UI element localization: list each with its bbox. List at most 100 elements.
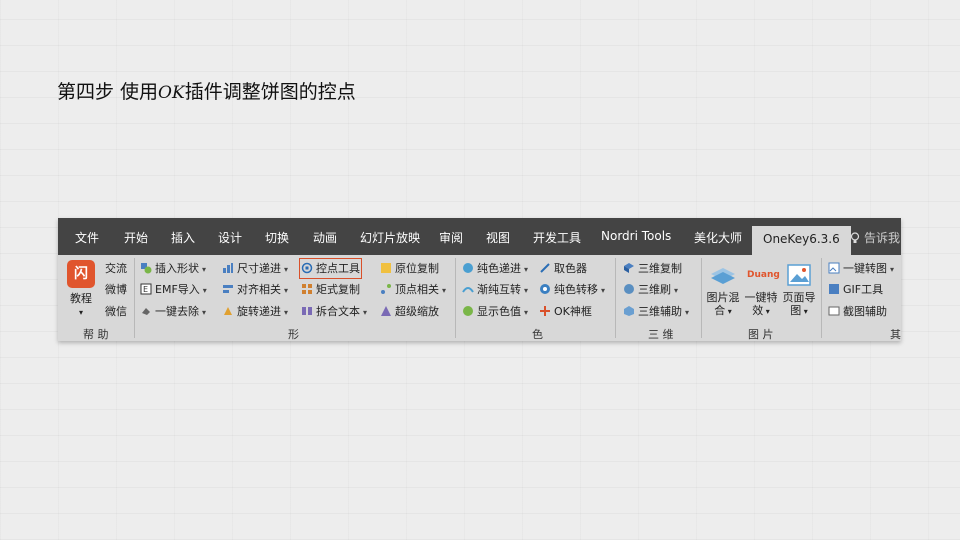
3d-copy-icon — [624, 263, 634, 273]
group-separator — [134, 258, 135, 338]
split-merge-text-label: 拆合文本 — [316, 305, 360, 318]
3d-copy-button[interactable]: 三维复制 — [623, 260, 682, 277]
screenshot-icon — [828, 306, 840, 316]
slide-title-part1: 第四步 使用 — [57, 81, 159, 103]
solid-color-transfer-label: 纯色转移 — [554, 283, 598, 296]
color-picker-label: 取色器 — [554, 262, 587, 275]
tab-view[interactable]: 视图 — [486, 229, 510, 246]
size-icon — [223, 263, 233, 273]
color-picker-button[interactable]: 取色器 — [539, 260, 587, 277]
tab-slideshow[interactable]: 幻灯片放映 — [360, 229, 420, 246]
group-separator — [615, 258, 616, 338]
emf-import-button[interactable]: E EMF导入 ▾ — [140, 281, 207, 298]
split-merge-text-button[interactable]: 拆合文本 ▾ — [301, 303, 367, 320]
gradient-solid-swap-button[interactable]: 渐纯互转 ▾ — [462, 281, 528, 298]
tab-animations[interactable]: 动画 — [313, 229, 337, 246]
tab-onekey[interactable]: OneKey6.3.6 — [752, 226, 851, 255]
tell-me[interactable]: 告诉我 — [850, 229, 900, 246]
wechat-button[interactable]: 微信 — [105, 303, 127, 320]
one-click-effect-button[interactable]: Duang 一键特效 ▾ — [742, 262, 780, 318]
ok-frame-button[interactable]: OK神框 — [539, 303, 592, 320]
image-blend-label-line2: 合 — [714, 304, 726, 317]
group-label-help: 帮 助 — [83, 328, 109, 341]
one-click-remove-button[interactable]: 一键去除 ▾ — [140, 303, 206, 320]
matrix-copy-button[interactable]: 矩式复制 — [301, 281, 360, 298]
align-related-label: 对齐相关 — [237, 283, 281, 296]
tab-design[interactable]: 设计 — [218, 229, 242, 246]
chevron-down-icon: ▾ — [284, 308, 289, 317]
tab-nordri-tools[interactable]: Nordri Tools — [601, 229, 671, 243]
ribbon: 文件 开始 插入 设计 切换 动画 幻灯片放映 审阅 视图 开发工具 Nordr… — [58, 218, 901, 341]
exchange-button[interactable]: 交流 — [105, 260, 127, 277]
group-label-color: 色 — [532, 328, 543, 341]
one-click-effect-label-line1: 一键特 — [744, 291, 778, 304]
page-guide-label-line1: 页面导 — [782, 291, 816, 304]
gradient-icon — [462, 287, 474, 293]
image-blend-button[interactable]: 图片混合 ▾ — [704, 262, 742, 318]
chevron-down-icon: ▾ — [78, 308, 83, 317]
chevron-down-icon: ▾ — [284, 265, 289, 274]
super-zoom-button[interactable]: 超级缩放 — [380, 303, 439, 320]
chevron-down-icon: ▾ — [801, 307, 808, 316]
solid-color-transfer-button[interactable]: 纯色转移 ▾ — [539, 281, 605, 298]
slide-title-ok: OK — [158, 83, 185, 103]
3d-brush-icon — [624, 284, 634, 294]
solid-color-progression-label: 纯色递进 — [477, 262, 521, 275]
emf-icon: E — [140, 283, 152, 295]
page-guide-image-button[interactable]: 页面导图 ▾ — [780, 262, 818, 318]
group-label-3d: 三 维 — [648, 328, 674, 341]
text-split-icon — [302, 307, 312, 315]
solid-color-progression-button[interactable]: 纯色递进 ▾ — [462, 260, 528, 277]
tab-developer[interactable]: 开发工具 — [533, 229, 581, 246]
in-place-copy-label: 原位复制 — [395, 262, 439, 275]
insert-shape-button[interactable]: 插入形状 ▾ — [140, 260, 206, 277]
3d-copy-label: 三维复制 — [638, 262, 682, 275]
gif-icon — [829, 284, 839, 294]
tab-review[interactable]: 审阅 — [439, 229, 463, 246]
chevron-down-icon: ▾ — [685, 308, 690, 317]
tab-insert[interactable]: 插入 — [171, 229, 195, 246]
tutorial-icon[interactable]: 闪 — [67, 260, 95, 288]
slide-title-part2: 插件调整饼图的控点 — [184, 81, 356, 103]
show-color-value-button[interactable]: 显示色值 ▾ — [462, 303, 528, 320]
handle-tool-button[interactable]: 控点工具 — [299, 258, 362, 279]
ok-frame-label: OK神框 — [554, 305, 592, 318]
tab-transitions[interactable]: 切换 — [265, 229, 289, 246]
weibo-button[interactable]: 微博 — [105, 281, 127, 298]
3d-assist-button[interactable]: 三维辅助 ▾ — [623, 303, 689, 320]
tutorial-button[interactable]: 教程 ▾ — [66, 292, 96, 319]
chevron-down-icon: ▾ — [524, 265, 529, 274]
chevron-down-icon: ▾ — [763, 307, 770, 316]
chevron-down-icon: ▾ — [524, 286, 529, 295]
chevron-down-icon: ▾ — [202, 265, 207, 274]
chevron-down-icon: ▾ — [674, 286, 679, 295]
handle-tool-icon — [301, 262, 313, 274]
size-progression-label: 尺寸递进 — [237, 262, 281, 275]
chevron-down-icon: ▾ — [725, 307, 732, 316]
matrix-copy-label: 矩式复制 — [316, 283, 360, 296]
gradient-solid-swap-label: 渐纯互转 — [477, 283, 521, 296]
rotate-progression-label: 旋转递进 — [237, 305, 281, 318]
one-click-to-image-button[interactable]: 一键转图 ▾ — [828, 260, 894, 277]
gif-tool-button[interactable]: GIF工具 — [828, 281, 883, 298]
tab-home[interactable]: 开始 — [124, 229, 148, 246]
align-related-button[interactable]: 对齐相关 ▾ — [222, 281, 288, 298]
size-progression-button[interactable]: 尺寸递进 ▾ — [222, 260, 288, 277]
vertex-icon — [381, 284, 391, 294]
chevron-down-icon: ▾ — [202, 286, 207, 295]
screenshot-assist-button[interactable]: 截图辅助 — [828, 303, 887, 320]
color-icon — [463, 263, 473, 273]
tab-file[interactable]: 文件 — [75, 229, 99, 246]
chevron-down-icon: ▾ — [284, 286, 289, 295]
rotate-progression-button[interactable]: 旋转递进 ▾ — [222, 303, 288, 320]
tab-meihua[interactable]: 美化大师 — [694, 229, 742, 246]
shape-icon — [141, 263, 152, 274]
in-place-copy-button[interactable]: 原位复制 — [380, 260, 439, 277]
svg-text:E: E — [143, 285, 148, 294]
vertex-related-button[interactable]: 顶点相关 ▾ — [380, 281, 446, 298]
group-label-picture: 图 片 — [748, 328, 774, 341]
3d-brush-button[interactable]: 三维刷 ▾ — [623, 281, 678, 298]
ok-frame-icon — [540, 306, 550, 316]
group-separator — [701, 258, 702, 338]
align-icon — [223, 285, 233, 293]
